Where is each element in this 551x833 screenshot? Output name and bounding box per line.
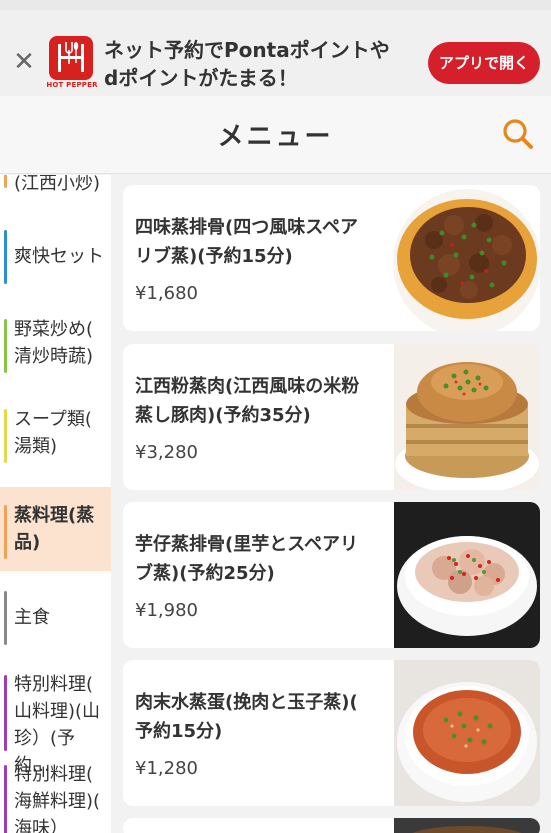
sidebar-item-label: スープ類( <box>14 409 92 430</box>
menu-item-price: ¥1,980 <box>135 600 198 621</box>
app-banner: ✕ HOT PEPPER ネット予約でPontaポイントや dポイントがたまる！… <box>0 0 551 96</box>
menu-item-price: ¥3,280 <box>135 442 198 463</box>
sidebar-item-refresh-set[interactable]: 爽快セット <box>0 227 111 287</box>
sidebar-item-label: 野菜炒め( <box>14 319 94 340</box>
dish-photo <box>394 344 540 490</box>
sidebar-item-label: 特別料理( <box>14 764 94 785</box>
category-sidebar: (江西小炒) 爽快セット 野菜炒め( 清炒時蔬) スープ類( 湯類) 蒸料理(蒸… <box>0 175 111 833</box>
sidebar-item-label: 湯類) <box>14 436 58 457</box>
sidebar-item-special-mountain[interactable]: 特別料理( 山料理)(山 珍）(予約… <box>0 671 111 776</box>
menu-item-name-line: リブ蒸)(予約15分) <box>135 246 293 267</box>
category-color-bar <box>4 505 7 559</box>
sidebar-item-steamed-dishes[interactable]: 蒸料理(蒸 品) <box>0 487 111 571</box>
category-color-bar <box>4 175 7 188</box>
menu-item-card[interactable]: 江西粉蒸肉(江西風味の米粉 蒸し豚肉)(予約35分) ¥3,280 <box>123 344 540 490</box>
dish-photo <box>394 818 540 833</box>
sidebar-item-label: 爽快セット <box>14 246 104 267</box>
menu-item-name-line: 芋仔蒸排骨(里芋とスペアリ <box>135 534 358 555</box>
hot-pepper-logo <box>49 36 93 80</box>
sidebar-item-label: 山料理)(山 <box>14 701 101 722</box>
menu-item-name: 肉末水蒸蛋(挽肉と玉子蒸)( 予約15分) <box>135 688 393 746</box>
menu-item-card[interactable]: 芋仔蒸排骨(里芋とスペアリ ブ蒸)(予約25分) ¥1,980 <box>123 502 540 648</box>
fork-spoon-icon <box>58 42 84 72</box>
menu-item-name-line: 江西粉蒸肉(江西風味の米粉 <box>135 376 360 397</box>
sidebar-item-label: 品) <box>14 532 41 553</box>
search-icon <box>503 119 533 149</box>
sidebar-item-special-seafood[interactable]: 特別料理( 海鮮料理)( 海味）(予… <box>0 761 111 833</box>
sidebar-item-label: 蒸料理(蒸 <box>14 505 95 526</box>
category-color-bar <box>4 591 7 645</box>
menu-item-name-line: ブ蒸)(予約25分) <box>135 563 275 584</box>
sidebar-item-label: (江西小炒) <box>14 175 101 194</box>
menu-item-card[interactable] <box>123 818 540 833</box>
sidebar-item-label: 特別料理( <box>14 674 94 695</box>
sidebar-item-soups[interactable]: スープ類( 湯類) <box>0 406 111 466</box>
banner-message: ネット予約でPontaポイントや dポイントがたまる！ <box>104 36 404 92</box>
open-in-app-button[interactable]: アプリで開く <box>428 42 540 84</box>
search-button[interactable] <box>500 116 536 152</box>
page-title: メニュー <box>217 122 334 152</box>
menu-item-name-line: 蒸し豚肉)(予約35分) <box>135 405 311 426</box>
page-header: メニュー <box>0 96 551 174</box>
sidebar-item-label: 主食 <box>14 607 50 628</box>
menu-item-name: 芋仔蒸排骨(里芋とスペアリ ブ蒸)(予約25分) <box>135 530 393 588</box>
menu-item-name-line: 肉末水蒸蛋(挽肉と玉子蒸)( <box>135 692 358 713</box>
dish-photo <box>394 185 540 331</box>
menu-item-card[interactable]: 肉末水蒸蛋(挽肉と玉子蒸)( 予約15分) ¥1,280 <box>123 660 540 806</box>
menu-item-name: 江西粉蒸肉(江西風味の米粉 蒸し豚肉)(予約35分) <box>135 372 393 430</box>
menu-item-name: 四味蒸排骨(四つ風味スペア リブ蒸)(予約15分) <box>135 213 393 271</box>
close-icon[interactable]: ✕ <box>12 49 36 75</box>
menu-item-price: ¥1,280 <box>135 758 198 779</box>
dish-photo <box>394 660 540 806</box>
logo-caption: HOT PEPPER <box>46 81 98 89</box>
category-color-bar <box>4 230 7 284</box>
sidebar-item-jiangxi-stirfry[interactable]: (江西小炒) <box>0 175 111 194</box>
sidebar-item-vegetable-stirfry[interactable]: 野菜炒め( 清炒時蔬) <box>0 316 111 376</box>
sidebar-item-label: 海鮮料理)( <box>14 791 101 812</box>
category-color-bar <box>4 319 7 373</box>
menu-item-list: 四味蒸排骨(四つ風味スペア リブ蒸)(予約15分) ¥1,680 江西粉蒸肉(江… <box>123 175 540 833</box>
menu-item-price: ¥1,680 <box>135 283 198 304</box>
banner-line-1: ネット予約でPontaポイントや <box>104 38 390 62</box>
category-color-bar <box>4 675 7 751</box>
category-color-bar <box>4 409 7 463</box>
dish-photo <box>394 502 540 648</box>
sidebar-item-label: 清炒時蔬) <box>14 346 94 367</box>
menu-item-name-line: 予約15分) <box>135 721 223 742</box>
sidebar-item-staple-food[interactable]: 主食 <box>0 588 111 648</box>
category-color-bar <box>4 765 7 833</box>
menu-item-name-line: 四味蒸排骨(四つ風味スペア <box>135 217 358 238</box>
menu-item-card[interactable]: 四味蒸排骨(四つ風味スペア リブ蒸)(予約15分) ¥1,680 <box>123 185 540 331</box>
sidebar-item-label: 海味）(予… <box>14 818 68 833</box>
banner-line-2: dポイントがたまる！ <box>104 66 298 90</box>
